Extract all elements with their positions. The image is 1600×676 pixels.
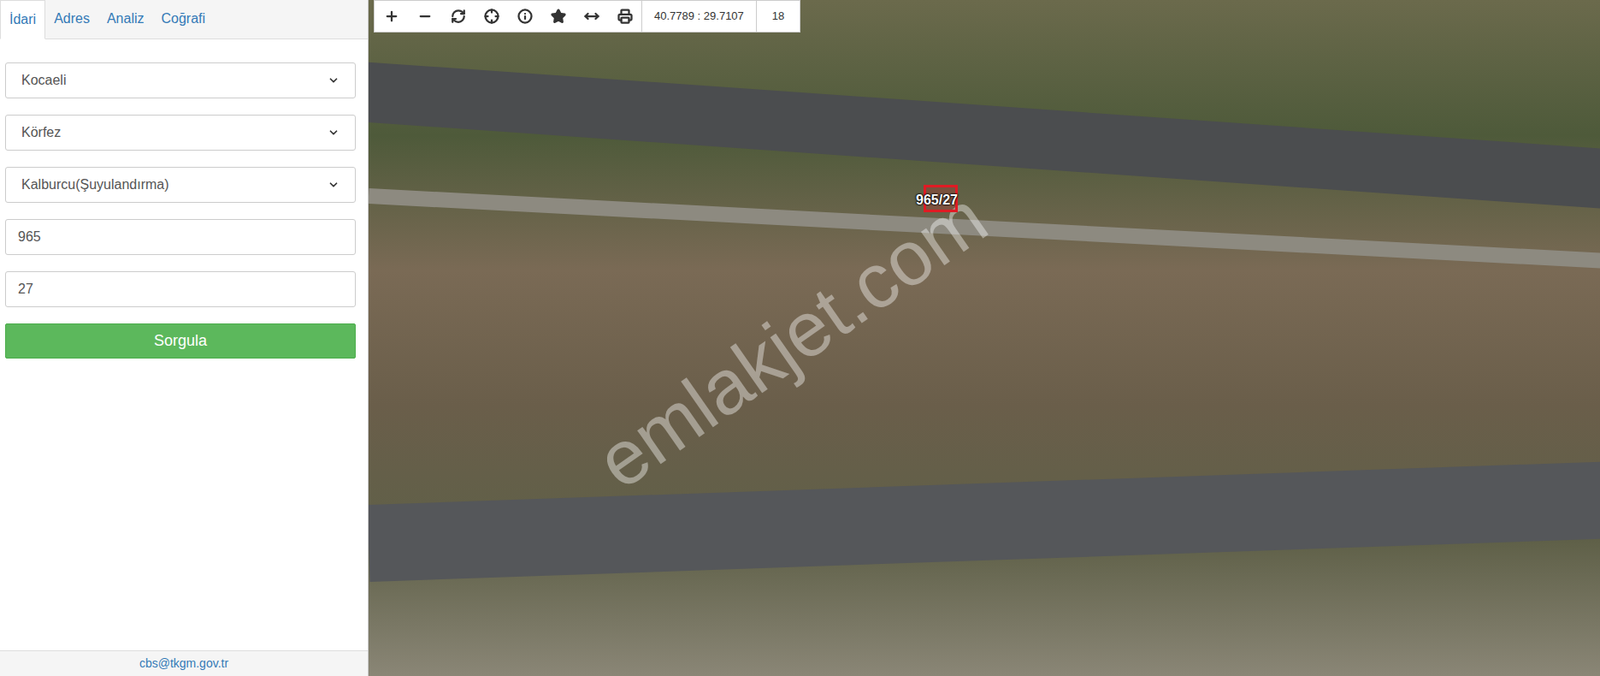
text-input[interactable]: 27 <box>5 271 356 308</box>
toolbar-button[interactable] <box>608 0 642 32</box>
query-form: Kocaeli Körfez Kalburcu(Şuyulandırma) 965 27… <box>0 39 368 359</box>
select-field[interactable]: Kocaeli <box>5 62 356 99</box>
tab[interactable]: Coğrafi <box>153 0 215 39</box>
select-field[interactable]: Kalburcu(Şuyulandırma) <box>5 166 356 203</box>
toolbar-button[interactable] <box>407 0 442 32</box>
toolbar-button[interactable] <box>374 0 408 32</box>
chevron-down-icon <box>327 74 340 87</box>
parcel-label: 965/27 <box>915 189 958 211</box>
refresh-icon <box>450 8 467 24</box>
toolbar-button[interactable] <box>541 0 575 32</box>
select-value: Kalburcu(Şuyulandırma) <box>21 174 170 195</box>
chevron-down-icon <box>327 178 340 191</box>
measure-icon <box>584 8 600 24</box>
select-value: Körfez <box>21 122 61 143</box>
tab-bar: İdariAdresAnalizCoğrafi <box>0 0 368 40</box>
info-icon <box>517 8 533 24</box>
app: İdariAdresAnalizCoğrafi Kocaeli Körfez Kalb… <box>0 0 1600 676</box>
map-view[interactable]: emlakjet.com965/27 40.7789 : 29.710718 <box>368 0 1600 676</box>
map-toolbar: 40.7789 : 29.710718 <box>373 0 801 33</box>
toolbar-button[interactable] <box>474 0 508 32</box>
tab[interactable]: İdari <box>0 0 46 40</box>
text-input[interactable]: 965 <box>5 218 356 255</box>
star-icon <box>550 8 567 24</box>
toolbar-button[interactable] <box>574 0 609 32</box>
tab[interactable]: Adres <box>45 0 99 39</box>
toolbar-button[interactable] <box>441 0 475 32</box>
toolbar-button[interactable] <box>507 0 542 32</box>
input-value: 965 <box>17 226 42 248</box>
footer-email[interactable]: cbs@tkgm.gov.tr <box>139 654 229 673</box>
zoom-in-icon <box>383 8 400 24</box>
zoom-out-icon <box>417 8 433 24</box>
input-value: 27 <box>17 278 34 300</box>
side-panel: İdariAdresAnalizCoğrafi Kocaeli Körfez Kalb… <box>0 0 369 676</box>
zoom-level: 18 <box>755 0 800 32</box>
select-field[interactable]: Körfez <box>5 114 356 151</box>
print-icon <box>617 8 633 24</box>
tab[interactable]: Analiz <box>98 0 154 39</box>
footer: cbs@tkgm.gov.tr <box>0 649 368 676</box>
submit-button[interactable]: Sorgula <box>5 323 356 359</box>
coordinates-display: 40.7789 : 29.7107 <box>641 0 756 32</box>
select-value: Kocaeli <box>21 70 66 91</box>
watermark: emlakjet.com <box>572 162 1011 518</box>
locate-icon <box>484 8 500 24</box>
chevron-down-icon <box>327 126 340 139</box>
